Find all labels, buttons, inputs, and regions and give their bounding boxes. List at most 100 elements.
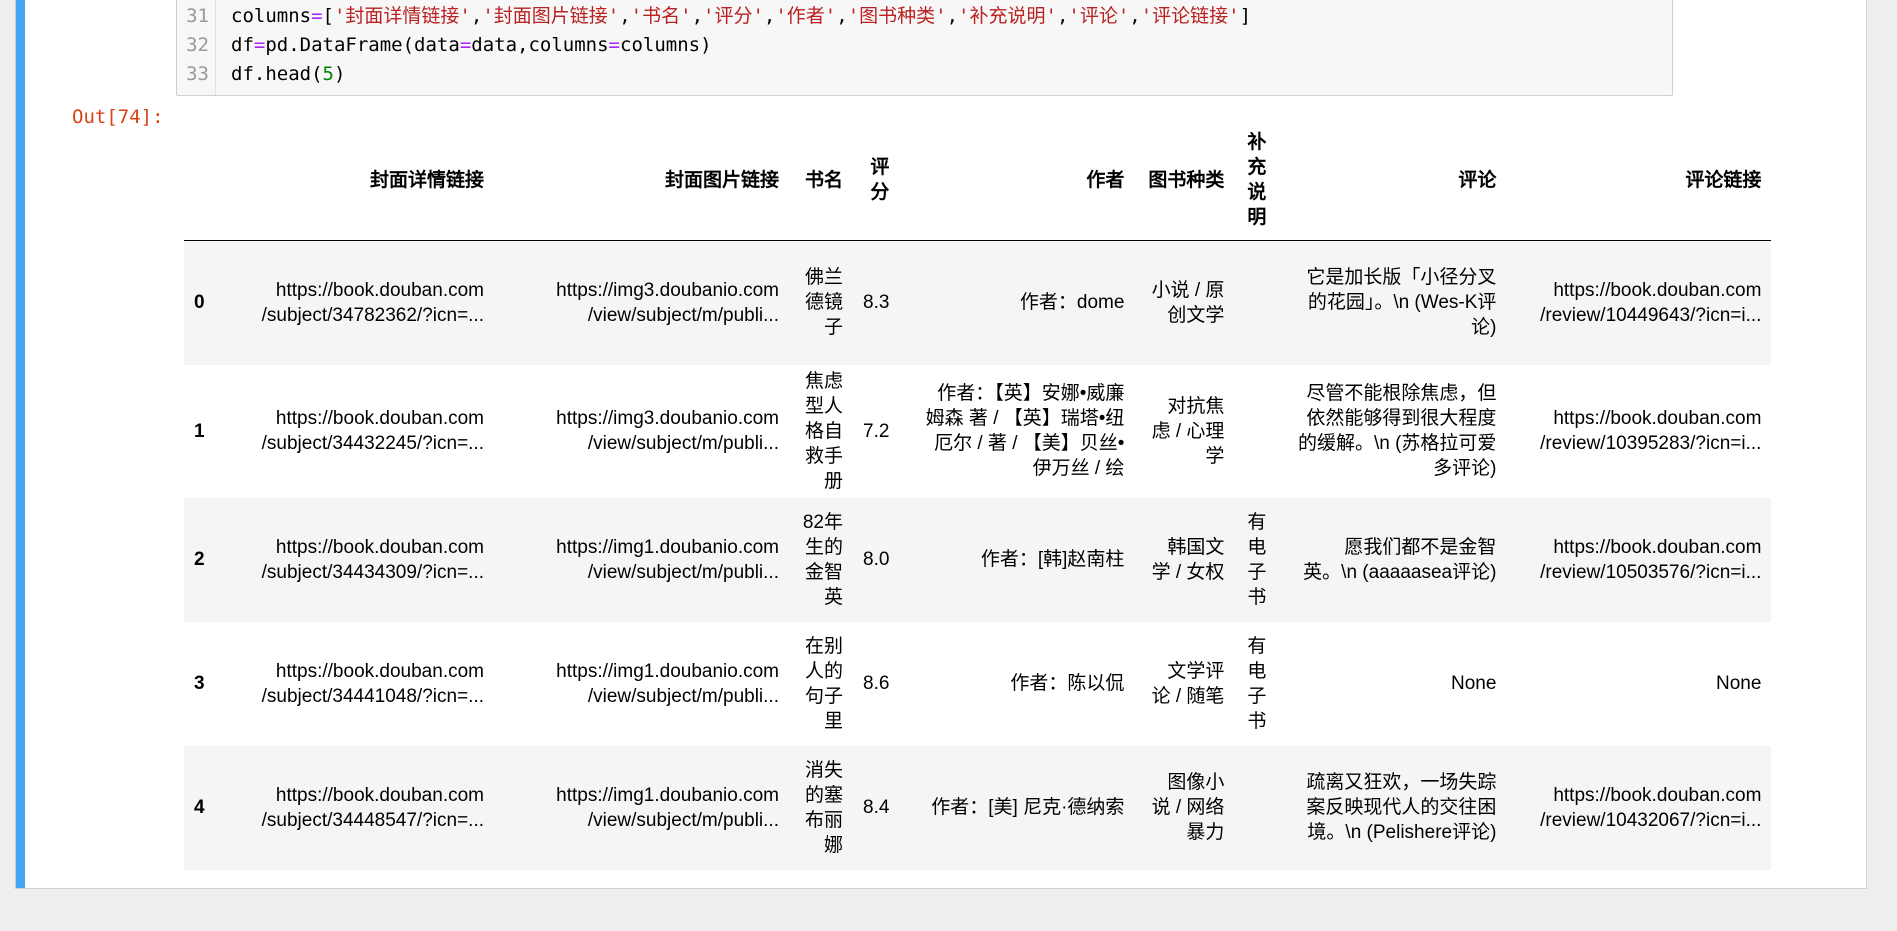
table-cell: https://book.douban.com/subject/34782362… xyxy=(261,279,484,326)
table-row: 2 https://book.douban.com/subject/3443430… xyxy=(184,497,1772,622)
code-token: '补充说明' xyxy=(958,5,1057,27)
notebook-cell[interactable]: 31 columns=['封面详情链接','封面图片链接','书名','评分','… xyxy=(15,0,1867,889)
table-cell: None xyxy=(1451,673,1497,694)
table-cell xyxy=(1234,241,1276,365)
table-row: 4 https://book.douban.com/subject/3444854… xyxy=(184,745,1772,870)
row-index: 2 xyxy=(194,549,205,570)
table-body: 0 https://book.douban.com/subject/3478236… xyxy=(184,240,1772,870)
code-text: df.head(5) xyxy=(219,60,345,88)
code-token: df xyxy=(231,34,254,56)
column-header: 作者 xyxy=(899,126,1135,241)
code-token: , xyxy=(619,5,631,27)
code-token: pd.DataFrame(data xyxy=(265,34,460,56)
table-cell: 8.3 xyxy=(863,292,890,314)
table-cell: 佛兰 德镜子 xyxy=(804,267,843,339)
table-cell: https://img3.doubanio.com/view/subject/m… xyxy=(556,279,779,326)
table-cell: 尽管不能根除焦虑，但 依然能够得到很大程度 的缓解。\n (苏格拉可爱 多评论) xyxy=(1297,383,1497,479)
column-header: 图书种类 xyxy=(1134,126,1235,241)
code-token: , xyxy=(691,5,704,27)
code-line[interactable]: 31 columns=['封面详情链接','封面图片链接','书名','评分','… xyxy=(177,2,1672,30)
table-cell: 作者：陈以侃 xyxy=(1010,673,1125,694)
code-token: '评分' xyxy=(703,5,764,27)
column-header: 评论链接 xyxy=(1506,126,1772,241)
table-cell: 有电子书 xyxy=(1247,511,1267,608)
table-cell: https://img3.doubanio.com/view/subject/m… xyxy=(556,408,779,454)
code-token: '图书种类' xyxy=(847,5,947,27)
table-row: 0 https://book.douban.com/subject/3478236… xyxy=(184,240,1772,365)
line-number: 33 xyxy=(186,63,209,85)
code-token: '书名' xyxy=(630,5,692,27)
code-token: 5 xyxy=(322,63,334,85)
line-number: 32 xyxy=(186,34,209,56)
table-cell: https://book.douban.com/review/10395283/… xyxy=(1540,408,1762,454)
code-text: df=pd.DataFrame(data=data,columns=column… xyxy=(219,31,712,59)
code-token: , xyxy=(1129,5,1141,27)
table-cell: 它是加长版「小径分叉 的花园」。\n (Wes-K评 论) xyxy=(1306,267,1497,339)
row-index: 0 xyxy=(194,292,205,314)
table-cell: https://img1.doubanio.com/view/subject/m… xyxy=(556,536,779,583)
table-cell: 8.0 xyxy=(863,549,890,570)
table-cell: 文学评论 / 随笔 xyxy=(1151,660,1225,707)
code-token: '作者' xyxy=(775,5,837,27)
table-row: 3 https://book.douban.com/subject/3444104… xyxy=(184,621,1772,746)
table-cell: 作者：【英】安娜•威廉 姆森 著 / 【英】瑞塔•纽 厄尔 / 著 / 【美】贝丝•… xyxy=(925,383,1125,479)
column-header: 评分 xyxy=(853,126,900,241)
table-cell xyxy=(1234,746,1276,870)
code-editor[interactable]: 31 columns=['封面详情链接','封面图片链接','书名','评分','… xyxy=(176,0,1673,96)
table-cell: 作者：dome xyxy=(1019,292,1125,314)
code-token: = xyxy=(608,34,620,56)
column-header: 补充说明 xyxy=(1234,126,1277,241)
code-token: [ xyxy=(322,5,334,27)
code-line[interactable]: 33 df.head(5) xyxy=(177,60,1672,88)
cell-selection-bar xyxy=(16,0,25,888)
code-token: ) xyxy=(333,63,346,85)
code-text: columns=['封面详情链接','封面图片链接','书名','评分','作者… xyxy=(219,2,1251,30)
table-cell: 疏离又狂欢，一场失踪 案反映现代人的交往困 境。\n (Pelishere评论) xyxy=(1306,772,1497,843)
code-token: columns xyxy=(231,5,312,27)
table-cell: https://img1.doubanio.com/view/subject/m… xyxy=(556,784,779,831)
table-cell: 消失 的塞 布丽娜 xyxy=(804,759,843,856)
code-token: df.head( xyxy=(231,63,323,85)
code-token: , xyxy=(836,5,848,27)
table-cell: 8.6 xyxy=(863,673,890,694)
line-number: 31 xyxy=(186,5,209,27)
row-index: 3 xyxy=(194,673,205,694)
table-cell: 韩国文学 / 女权 xyxy=(1151,536,1225,583)
table-cell: 小说 / 原创文学 xyxy=(1151,279,1225,326)
code-token: = xyxy=(253,34,266,56)
code-token: '评论链接' xyxy=(1140,5,1240,27)
index-header xyxy=(184,126,234,241)
table-cell: 作者：[美] 尼克·德纳索 xyxy=(931,797,1125,818)
table-cell: 7.2 xyxy=(863,420,890,442)
table-cell: None xyxy=(1716,673,1762,694)
code-token: columns) xyxy=(620,34,712,56)
table-cell: https://book.douban.com/subject/34432245… xyxy=(261,408,484,454)
code-line[interactable]: 32 df=pd.DataFrame(data=data,columns=colu… xyxy=(177,31,1672,59)
code-token: '封面图片链接' xyxy=(482,5,620,27)
code-token: '评论' xyxy=(1068,5,1130,27)
table-cell: 8.4 xyxy=(863,797,890,818)
table-cell: 焦虑 型人 格自 救手册 xyxy=(804,370,843,492)
table-cell: https://book.douban.com/subject/34441048… xyxy=(261,660,484,707)
column-header: 封面图片链接 xyxy=(494,126,789,241)
code-token: , xyxy=(946,5,959,27)
table-cell: 愿我们都不是金智 英。\n (aaaaasea评论) xyxy=(1303,536,1497,583)
code-token: , xyxy=(763,5,776,27)
code-token: , xyxy=(1056,5,1069,27)
column-header: 书名 xyxy=(789,126,853,241)
code-token: data,columns xyxy=(471,34,609,56)
row-index: 4 xyxy=(194,797,205,818)
table-cell: 作者：[韩]赵南柱 xyxy=(980,549,1125,570)
dataframe-table: 封面详情链接 封面图片链接 书名 评分 作者 图书种类 补充说明 评论 评论链接… xyxy=(184,126,1772,870)
table-cell: 图像小说 / 网络 暴力 xyxy=(1151,772,1225,843)
table-cell: https://book.douban.com/review/10432067/… xyxy=(1540,784,1762,831)
table-cell: 对抗焦虑 / 心理学 xyxy=(1151,395,1225,467)
row-index: 1 xyxy=(194,420,205,442)
code-token: , xyxy=(470,5,483,27)
table-cell: https://book.douban.com/subject/34448547… xyxy=(261,784,484,831)
column-header: 评论 xyxy=(1276,126,1507,241)
table-header-row: 封面详情链接 封面图片链接 书名 评分 作者 图书种类 补充说明 评论 评论链接 xyxy=(184,126,1772,241)
table-row: 1 https://book.douban.com/subject/3443224… xyxy=(184,364,1772,498)
code-token: = xyxy=(459,34,472,56)
table-cell: 有电子书 xyxy=(1247,635,1267,732)
